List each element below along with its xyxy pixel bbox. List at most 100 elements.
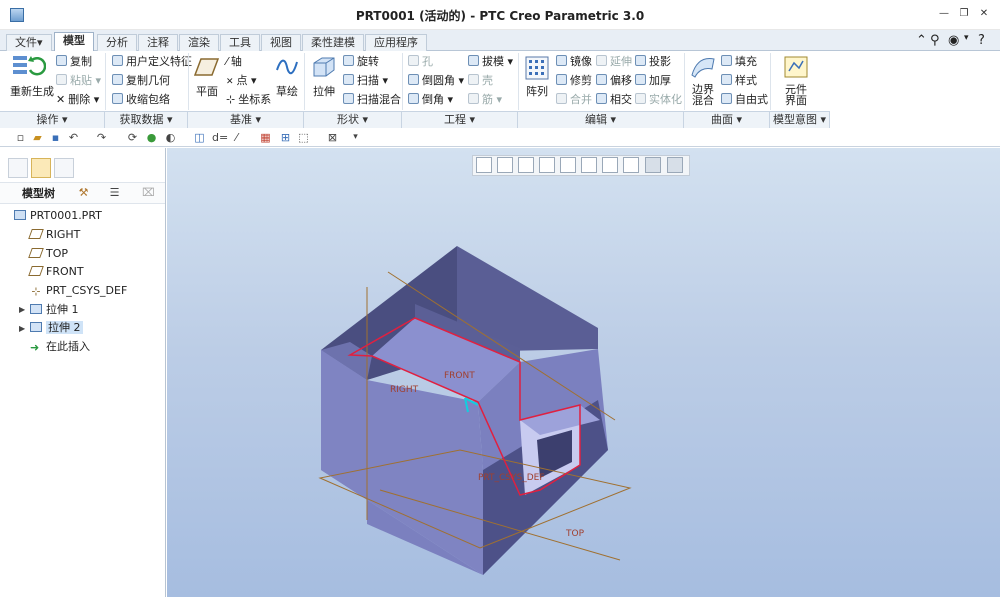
tree-item-csys[interactable]: ⊹ PRT_CSYS_DEF <box>30 283 127 299</box>
revolve-button[interactable]: 旋转 <box>343 55 379 69</box>
fill-button[interactable]: 填充 <box>721 55 757 69</box>
csys-button[interactable]: ⊹ 坐标系 <box>226 93 271 107</box>
regenerate-icon[interactable] <box>12 54 46 82</box>
tab-applications[interactable]: 应用程序 <box>365 34 427 51</box>
group-engineering[interactable]: 工程 ▾ <box>402 111 518 128</box>
undo-icon[interactable]: ↶ <box>67 131 80 144</box>
axis-button[interactable]: ⁄ 轴 <box>226 55 242 69</box>
freestyle-button[interactable]: 自由式 <box>721 93 768 107</box>
regenerate-small-icon[interactable]: ⟳ <box>126 131 139 144</box>
search-icon[interactable]: ⚲ <box>930 33 940 48</box>
plane-icon[interactable] <box>194 56 220 78</box>
group-shapes[interactable]: 形状 ▾ <box>304 111 402 128</box>
shrinkwrap-button[interactable]: 收缩包络 <box>112 93 170 107</box>
save-icon[interactable]: ▪ <box>49 131 62 144</box>
point-button[interactable]: ✕ 点 ▾ <box>226 74 257 89</box>
component-interface-button[interactable]: 元件界面 <box>783 84 809 106</box>
expand-icon[interactable]: ▶ <box>19 324 27 334</box>
chamfer-button[interactable]: 倒角 ▾ <box>408 93 453 107</box>
tab-favorites-icon[interactable] <box>54 158 74 178</box>
sketch-icon[interactable] <box>275 56 299 78</box>
style-button[interactable]: 样式 <box>721 74 757 88</box>
tree-item-right[interactable]: RIGHT <box>28 227 80 243</box>
group-model-intent[interactable]: 模型意图 ▾ <box>770 111 830 128</box>
expand-icon[interactable]: ▶ <box>19 305 27 315</box>
tab-file[interactable]: 文件▾ <box>6 34 52 51</box>
group-operations[interactable]: 操作 ▾ <box>0 111 105 128</box>
tab-analysis[interactable]: 分析 <box>97 34 137 51</box>
swept-blend-button[interactable]: 扫描混合 <box>343 93 401 107</box>
solidify-button[interactable]: 实体化 <box>635 93 682 107</box>
extrude-button[interactable]: 拉伸 <box>313 86 335 98</box>
redo-icon[interactable]: ↷ <box>95 131 108 144</box>
group-editing[interactable]: 编辑 ▾ <box>518 111 684 128</box>
tab-model-tree-icon[interactable] <box>8 158 28 178</box>
tree-item-insert-here[interactable]: ➜ 在此插入 <box>30 339 90 355</box>
annotation-display-icon[interactable]: ⬚ <box>297 131 310 144</box>
rib-button[interactable]: 筋 ▾ <box>468 93 502 107</box>
mirror-button[interactable]: 镜像 <box>556 55 592 69</box>
regenerate-button[interactable]: 重新生成 <box>10 86 54 98</box>
sweep-button[interactable]: 扫描 ▾ <box>343 74 388 88</box>
hole-button[interactable]: 孔 <box>408 55 433 69</box>
relations-icon[interactable]: d= <box>212 131 228 144</box>
tab-flexible-modeling[interactable]: 柔性建模 <box>302 34 364 51</box>
copy-button[interactable]: 复制 <box>56 55 92 69</box>
tab-render[interactable]: 渲染 <box>179 34 219 51</box>
pattern-button[interactable]: 阵列 <box>526 86 548 98</box>
windows-icon[interactable]: ◫ <box>193 131 206 144</box>
open-icon[interactable]: ▰ <box>31 131 44 144</box>
udf-button[interactable]: 用户定义特征 <box>112 55 192 69</box>
sketch-button[interactable]: 草绘 <box>276 86 298 98</box>
minimize-ribbon-icon[interactable]: ⌃ <box>916 33 927 48</box>
draft-button[interactable]: 拔模 ▾ <box>468 55 513 69</box>
maximize-icon[interactable]: ❐ <box>958 8 970 20</box>
tab-annotate[interactable]: 注释 <box>138 34 178 51</box>
tab-folder-browser-icon[interactable] <box>31 158 51 178</box>
tab-view[interactable]: 视图 <box>261 34 301 51</box>
close-icon[interactable]: ✕ <box>978 8 990 20</box>
show-icon[interactable]: ☰ <box>108 186 121 199</box>
group-datum[interactable]: 基准 ▾ <box>188 111 304 128</box>
tree-item-extrude-1[interactable]: 拉伸 1 <box>30 302 79 318</box>
pattern-icon[interactable] <box>525 56 549 80</box>
tree-item-part[interactable]: PRT0001.PRT <box>14 208 102 224</box>
boundary-blend-button[interactable]: 边界混合 <box>690 84 716 106</box>
paste-button[interactable]: 粘贴 ▾ <box>56 74 101 88</box>
tab-tools[interactable]: 工具 <box>220 34 260 51</box>
copy-geometry-button[interactable]: 复制几何 <box>112 74 170 88</box>
appearance-icon[interactable]: ◐ <box>164 131 177 144</box>
close-window-icon[interactable]: ⊠ <box>326 131 339 144</box>
tree-item-top[interactable]: TOP <box>28 246 68 262</box>
minimize-icon[interactable]: — <box>938 8 950 20</box>
intersect-button[interactable]: 相交 <box>596 93 632 107</box>
dropdown-icon[interactable]: ▾ <box>964 33 969 43</box>
measure-icon[interactable]: ⁄ <box>230 131 243 144</box>
trim-button[interactable]: 修剪 <box>556 74 592 88</box>
model-display-icon[interactable]: ⊞ <box>279 131 292 144</box>
thicken-button[interactable]: 加厚 <box>635 74 671 88</box>
settings-icon[interactable]: ⚒ <box>77 186 90 199</box>
tab-model[interactable]: 模型 <box>54 32 94 52</box>
delete-button[interactable]: ✕ 删除 ▾ <box>56 93 99 107</box>
extend-button[interactable]: 延伸 <box>596 55 632 69</box>
group-surfaces[interactable]: 曲面 ▾ <box>684 111 770 128</box>
offset-button[interactable]: 偏移 <box>596 74 632 88</box>
merge-button[interactable]: 合并 <box>556 93 592 107</box>
component-interface-icon[interactable] <box>783 55 809 79</box>
boundary-blend-icon[interactable] <box>690 55 716 79</box>
tree-item-extrude-2[interactable]: 拉伸 2 <box>30 320 83 336</box>
group-get-data[interactable]: 获取数据 ▾ <box>105 111 188 128</box>
tree-item-front[interactable]: FRONT <box>28 264 84 280</box>
filter-icon[interactable]: ⌧ <box>142 186 155 199</box>
new-icon[interactable]: ▫ <box>14 131 27 144</box>
shell-button[interactable]: 壳 <box>468 74 493 88</box>
project-button[interactable]: 投影 <box>635 55 671 69</box>
extrude-icon[interactable] <box>311 55 337 79</box>
globe-icon[interactable]: ◉ <box>948 33 959 48</box>
help-icon[interactable]: ? <box>978 33 985 48</box>
plane-button[interactable]: 平面 <box>196 86 218 98</box>
display-style-icon[interactable]: ▦ <box>259 131 272 144</box>
regen-manager-icon[interactable]: ● <box>145 131 158 144</box>
model-graphics[interactable]: FRONT RIGHT PRT_CSYS_DEF TOP <box>167 148 1000 597</box>
